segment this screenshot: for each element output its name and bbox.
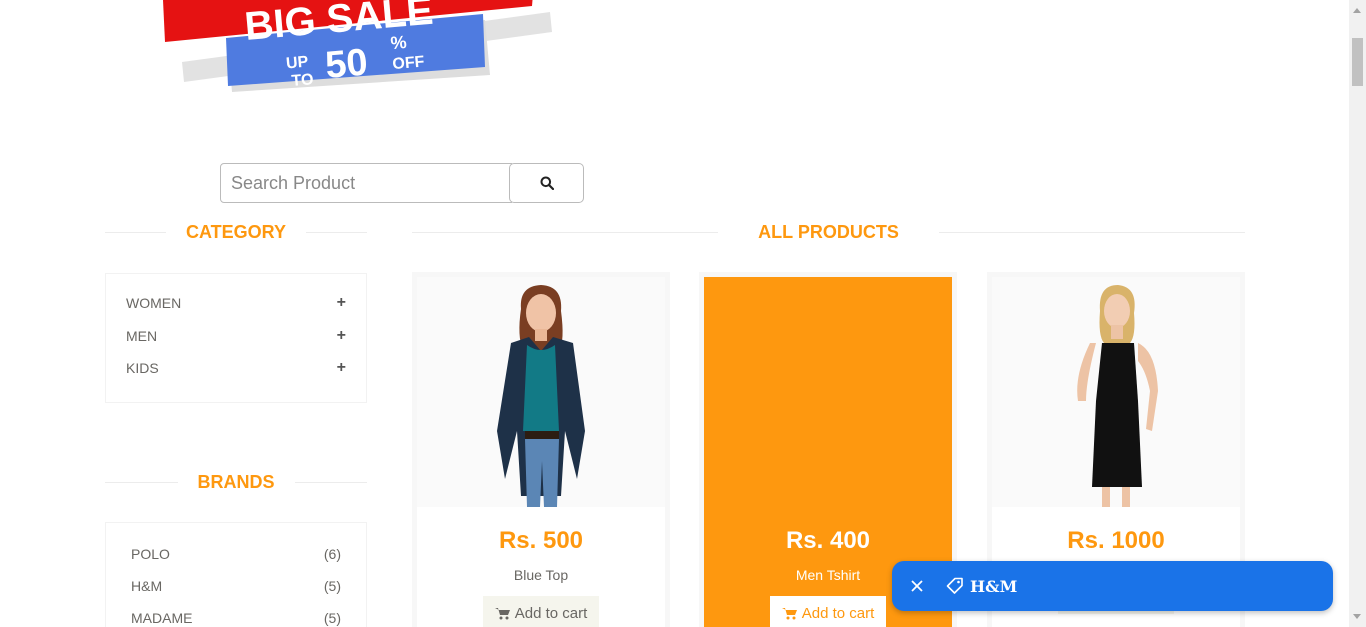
product-card[interactable]: Rs. 500 Blue Top Add to cart: [412, 272, 670, 627]
shopping-cart-icon: [494, 607, 510, 619]
woman-blue-top-image: [497, 285, 585, 507]
divider: [294, 482, 368, 483]
banner-percent-sign: %: [390, 32, 408, 53]
banner-off-text: OFF: [392, 53, 426, 73]
scroll-up-arrow-icon[interactable]: [1353, 8, 1361, 13]
category-title: CATEGORY: [186, 222, 287, 242]
category-heading: CATEGORY: [105, 222, 368, 243]
brand-filter-chip: H&M: [892, 561, 1333, 611]
all-products-title: ALL PRODUCTS: [758, 222, 899, 242]
brand-name: MADAME: [131, 610, 193, 626]
divider: [938, 232, 1246, 233]
scroll-down-arrow-icon[interactable]: [1353, 614, 1361, 619]
sale-banner[interactable]: BIG SALE UP TO 50 % OFF: [160, 0, 560, 100]
product-name: Blue Top: [513, 567, 569, 583]
add-to-cart-label: Add to cart: [801, 604, 875, 622]
category-item-label: MEN: [126, 327, 158, 344]
brand-item-madame[interactable]: MADAME (5): [106, 602, 366, 627]
divider: [105, 232, 166, 233]
product-image: [992, 277, 1240, 507]
category-item-label: WOMEN: [126, 295, 182, 312]
product-price: Rs. 400: [785, 527, 871, 554]
page-scrollbar[interactable]: [1349, 0, 1366, 627]
shopping-cart-icon: [781, 607, 797, 619]
search-icon: [540, 176, 554, 190]
brands-panel: POLO (6) H&M (5) MADAME (5): [105, 522, 367, 627]
category-panel: WOMEN + MEN + KIDS +: [105, 273, 367, 403]
brand-name: H&M: [131, 578, 163, 594]
product-price: Rs. 1000: [1067, 527, 1165, 554]
close-icon: [911, 580, 923, 592]
banner-up-text: UP: [285, 54, 309, 73]
divider: [105, 482, 178, 483]
brand-count: (5): [323, 610, 341, 626]
brand-item-hm[interactable]: H&M (5): [106, 570, 366, 602]
add-to-cart-label: Add to cart: [514, 604, 588, 622]
category-item-men[interactable]: MEN +: [106, 320, 366, 353]
brand-count: (6): [323, 546, 341, 562]
woman-black-dress-image: [1077, 285, 1158, 507]
plus-icon[interactable]: +: [337, 359, 346, 377]
banner-to-text: TO: [291, 71, 314, 90]
add-to-cart-button[interactable]: Add to cart: [769, 596, 887, 627]
chip-label: H&M: [970, 576, 1018, 596]
plus-icon[interactable]: +: [337, 294, 346, 312]
brand-name: POLO: [131, 546, 170, 562]
brands-title: BRANDS: [197, 472, 275, 492]
scrollbar-thumb[interactable]: [1352, 38, 1363, 86]
divider: [412, 232, 719, 233]
brands-heading: BRANDS: [105, 472, 368, 493]
product-price: Rs. 500: [498, 527, 584, 554]
close-chip-button[interactable]: [894, 561, 940, 611]
page: BIG SALE UP TO 50 % OFF CATEGORY WOMEN +: [0, 0, 1366, 627]
divider: [306, 232, 368, 233]
sale-banner-graphic: BIG SALE UP TO 50 % OFF: [163, 0, 552, 92]
search-input[interactable]: [220, 163, 512, 203]
category-item-women[interactable]: WOMEN +: [106, 287, 366, 320]
plus-icon[interactable]: +: [337, 327, 346, 345]
banner-percent-text: 50: [324, 41, 370, 87]
search-button[interactable]: [509, 163, 584, 203]
search-bar: [220, 163, 584, 203]
all-products-heading: ALL PRODUCTS: [412, 222, 1246, 243]
brand-item-polo[interactable]: POLO (6): [106, 538, 366, 570]
category-item-kids[interactable]: KIDS +: [106, 352, 366, 385]
brand-count: (5): [323, 578, 341, 594]
product-image: [417, 277, 665, 507]
tag-icon: [946, 577, 964, 595]
category-item-label: KIDS: [126, 360, 159, 377]
add-to-cart-button[interactable]: Add to cart: [482, 596, 600, 627]
